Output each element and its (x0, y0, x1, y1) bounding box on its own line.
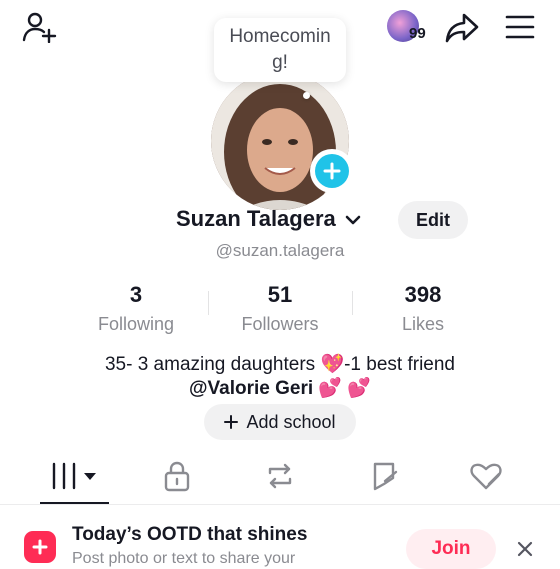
tab-private[interactable] (160, 459, 194, 493)
chevron-down-icon (345, 215, 361, 225)
videos-grid-icon (51, 462, 96, 490)
notification-avatar[interactable]: 99 (387, 10, 433, 46)
stat-value: 51 (267, 282, 293, 307)
add-school-button[interactable]: Add school (204, 404, 356, 440)
hearts-emoji: 💕 💕 (318, 378, 371, 399)
favorites-icon (373, 462, 398, 491)
stat-label: Followers (241, 314, 319, 334)
profile-handle: @suzan.talagera (215, 241, 345, 260)
bio-line-2: @Valorie Geri 💕 💕 (0, 376, 560, 400)
stat-following[interactable]: 3 Following (66, 282, 206, 335)
promo-title: Today’s OOTD that shines (72, 524, 308, 545)
stat-label: Following (97, 314, 175, 334)
lock-icon (164, 461, 190, 492)
promo-icon (24, 531, 56, 563)
join-button[interactable]: Join (406, 529, 496, 569)
tab-videos[interactable] (48, 459, 102, 493)
promo-subtitle: Post photo or text to share your (72, 550, 296, 567)
plus-icon (224, 415, 239, 429)
stat-label: Likes (401, 314, 445, 334)
repost-icon (268, 463, 292, 489)
bubble-tail (303, 92, 310, 99)
bio-text: -1 best friend (344, 354, 456, 375)
bio-text: 35- 3 amazing daughters (104, 354, 321, 375)
tab-favorites[interactable] (368, 459, 402, 493)
close-icon[interactable] (514, 538, 536, 560)
tab-liked[interactable] (468, 459, 504, 493)
share-icon[interactable] (444, 11, 480, 45)
add-avatar-button[interactable] (310, 149, 354, 193)
tab-reposts[interactable] (263, 459, 297, 493)
stat-value: 398 (404, 282, 442, 307)
liked-icon (470, 463, 502, 490)
stat-followers[interactable]: 51 Followers (210, 282, 350, 335)
stat-likes[interactable]: 398 Likes (353, 282, 493, 335)
bio-mention-link[interactable]: @Valorie Geri (189, 378, 318, 399)
add-friend-icon[interactable] (22, 11, 58, 43)
edit-profile-button[interactable]: Edit (398, 201, 468, 239)
plus-icon (315, 154, 349, 188)
bio-line-1: 35- 3 amazing daughters 💖-1 best friend (0, 352, 560, 376)
divider (208, 291, 209, 315)
notification-badge: 99 (409, 25, 426, 42)
add-school-label: Add school (246, 411, 336, 432)
stat-value: 3 (129, 282, 143, 307)
profile-name[interactable]: Suzan Talagera (176, 206, 362, 232)
menu-icon[interactable] (504, 14, 536, 40)
heart-emoji: 💖 (320, 354, 345, 375)
status-bubble[interactable]: Homecoming! (214, 18, 346, 82)
tabs-divider (0, 504, 560, 505)
profile-name-text: Suzan Talagera (176, 206, 336, 231)
